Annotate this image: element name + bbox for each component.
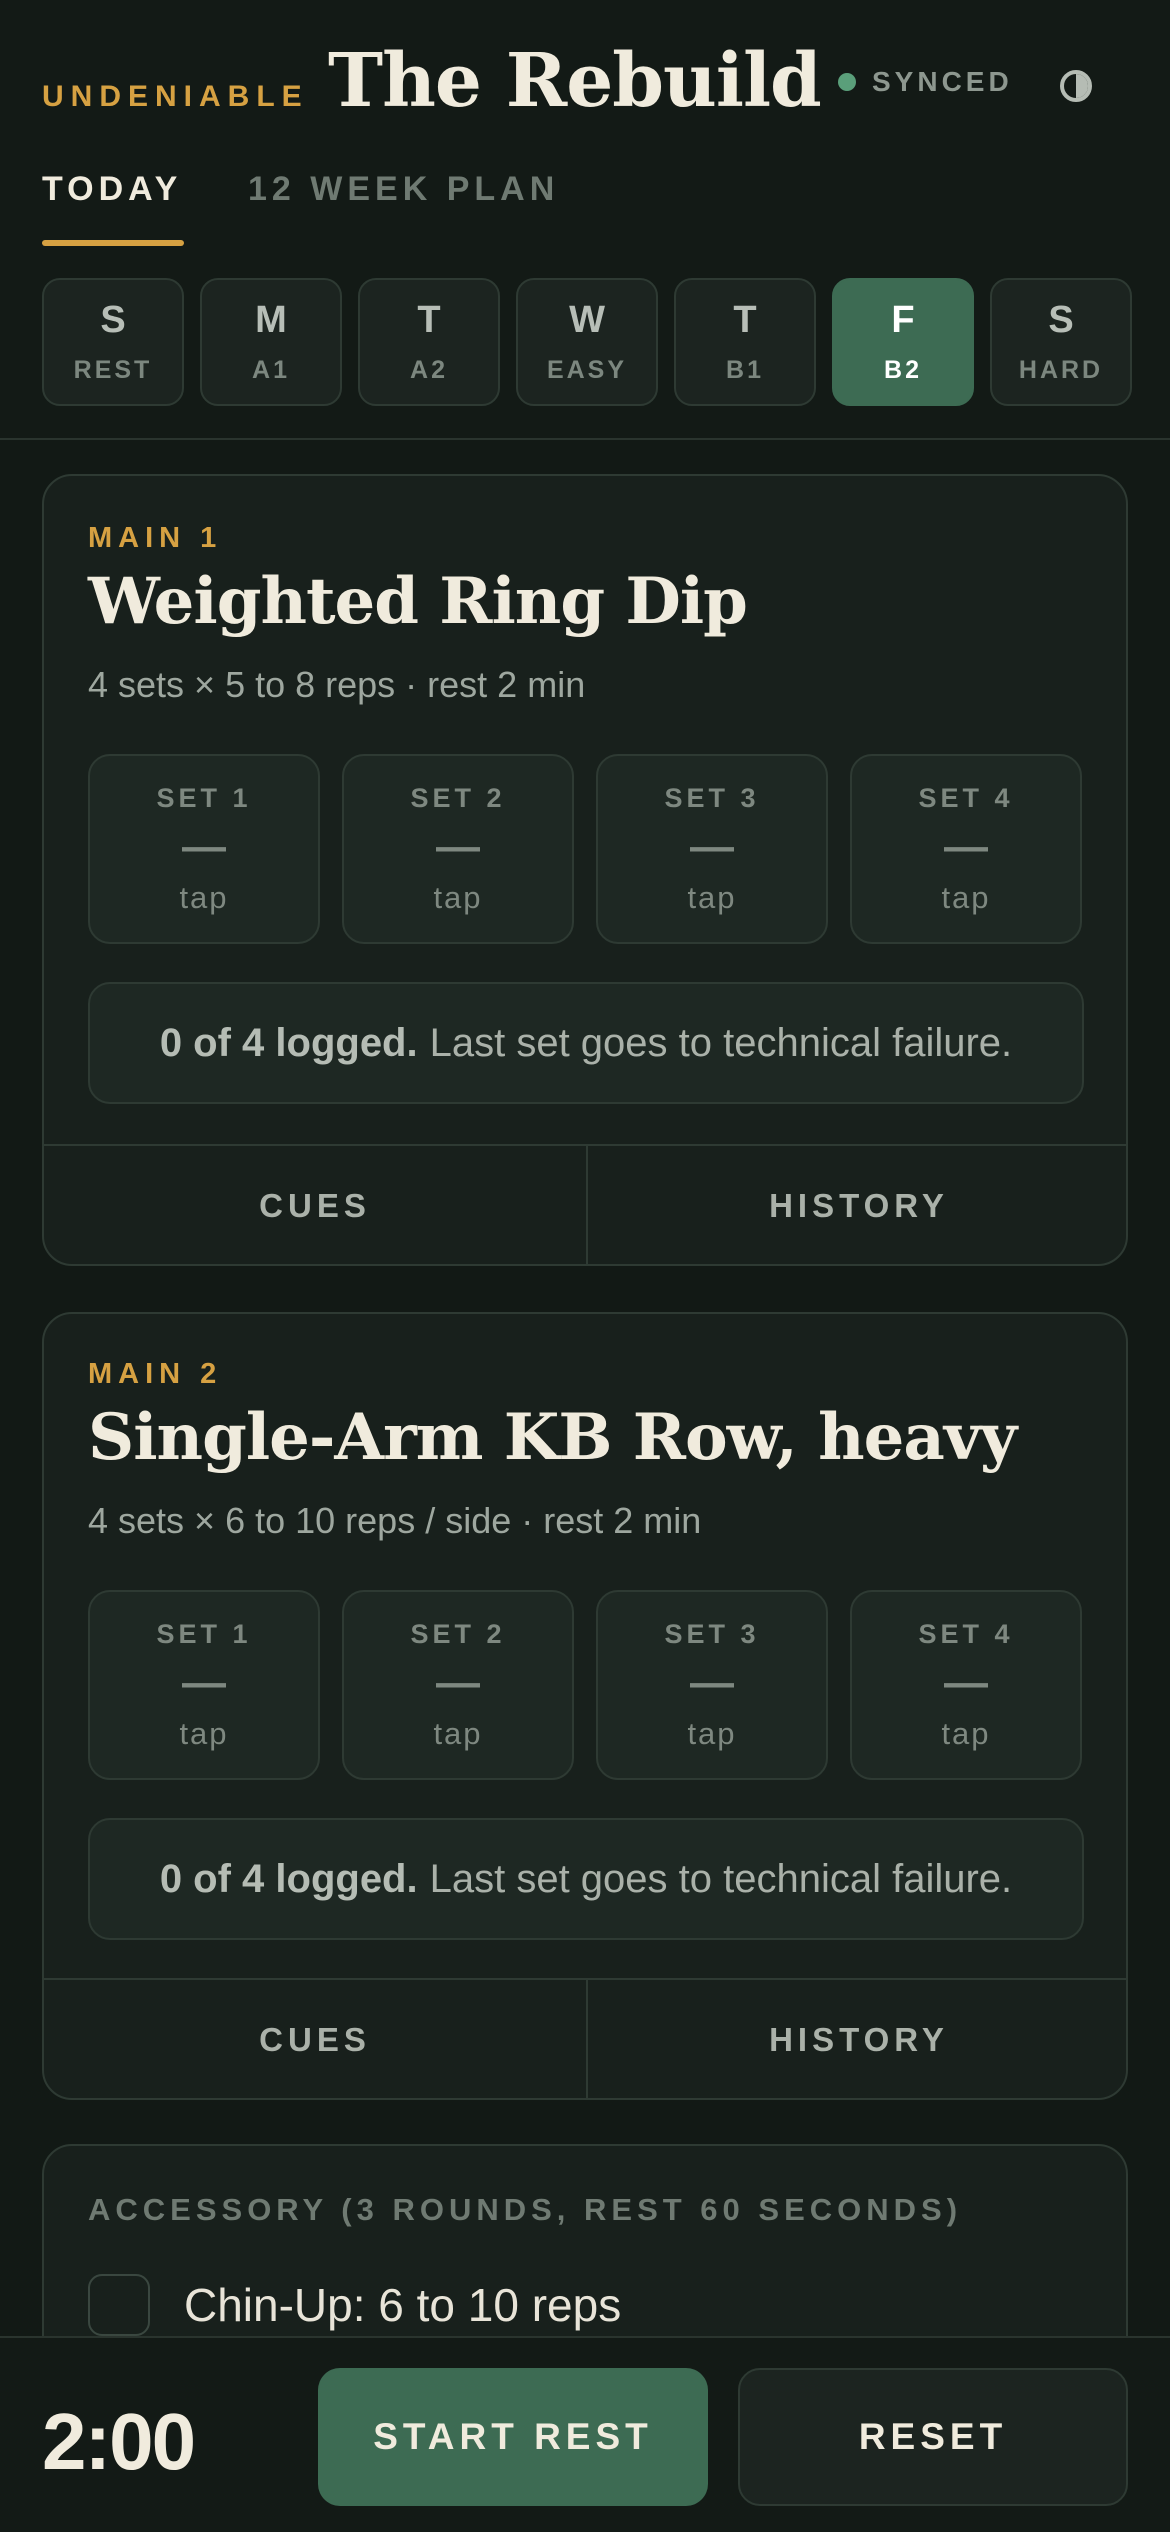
tab-12-week-plan[interactable]: 12 WEEK PLAN: [248, 170, 559, 209]
day-tuesday[interactable]: T A2: [358, 278, 500, 406]
set-tap-hint: tap: [941, 1715, 991, 1751]
tab-today[interactable]: TODAY: [42, 170, 182, 209]
set-button-4[interactable]: SET 4 — tap: [850, 754, 1082, 944]
progress-note-text: Last set goes to technical failure.: [429, 1020, 1013, 1065]
accessory-item-label: Chin-Up: 6 to 10 reps: [184, 2279, 622, 2331]
set-label: SET 1: [156, 782, 252, 813]
set-label: SET 1: [156, 1618, 252, 1649]
set-value: —: [182, 821, 226, 871]
day-thursday[interactable]: T B1: [674, 278, 816, 406]
set-button-2[interactable]: SET 2 — tap: [342, 754, 574, 944]
set-tap-hint: tap: [433, 879, 483, 915]
set-button-3[interactable]: SET 3 — tap: [596, 1590, 828, 1780]
day-label: A2: [410, 356, 448, 384]
day-letter: M: [255, 299, 287, 341]
day-label: A1: [252, 356, 290, 384]
set-tap-hint: tap: [179, 879, 229, 915]
history-button[interactable]: HISTORY: [586, 1146, 1126, 1264]
start-rest-button[interactable]: START REST: [318, 2368, 708, 2506]
set-button-3[interactable]: SET 3 — tap: [596, 754, 828, 944]
app-header: UNDENIABLE The Rebuild SYNCED TODAY 12 W…: [0, 0, 1170, 440]
set-grid: SET 1 — tap SET 2 — tap SET 3 — tap SET …: [88, 754, 1082, 944]
sync-dot-icon: [838, 73, 856, 91]
exercise-meta: 4 sets × 6 to 10 reps / side · rest 2 mi…: [88, 1500, 702, 1541]
exercise-card: MAIN 1 Weighted Ring Dip 4 sets × 5 to 8…: [42, 474, 1128, 1266]
exercise-kicker: MAIN 1: [88, 522, 223, 554]
accessory-title: ACCESSORY (3 ROUNDS, REST 60 SECONDS): [88, 2192, 963, 2227]
progress-note: 0 of 4 logged. Last set goes to technica…: [88, 982, 1084, 1104]
history-button[interactable]: HISTORY: [586, 1980, 1126, 2098]
set-label: SET 3: [664, 1618, 760, 1649]
set-label: SET 4: [918, 782, 1014, 813]
accessory-item[interactable]: Chin-Up: 6 to 10 reps: [88, 2274, 621, 2336]
set-button-4[interactable]: SET 4 — tap: [850, 1590, 1082, 1780]
day-label: B2: [884, 356, 922, 384]
set-label: SET 4: [918, 1618, 1014, 1649]
day-letter: W: [569, 299, 605, 341]
day-selector: S REST M A1 T A2 W EASY T B1 F B2 S HARD: [42, 278, 1132, 406]
day-letter: T: [417, 299, 441, 341]
cues-button[interactable]: CUES: [44, 1980, 586, 2098]
set-value: —: [690, 821, 734, 871]
day-label: REST: [73, 356, 153, 384]
set-button-2[interactable]: SET 2 — tap: [342, 1590, 574, 1780]
day-friday[interactable]: F B2: [832, 278, 974, 406]
exercise-card: MAIN 2 Single-Arm KB Row, heavy 4 sets ×…: [42, 1312, 1128, 2100]
sync-status-label: SYNCED: [872, 66, 1013, 97]
theme-toggle-icon[interactable]: [1060, 70, 1092, 102]
logged-count: 0 of 4 logged.: [159, 1856, 418, 1901]
day-wednesday[interactable]: W EASY: [516, 278, 658, 406]
set-button-1[interactable]: SET 1 — tap: [88, 1590, 320, 1780]
set-label: SET 3: [664, 782, 760, 813]
rest-timer-bar: 2:00 START REST RESET: [0, 2336, 1170, 2532]
day-sunday[interactable]: S REST: [42, 278, 184, 406]
set-value: —: [182, 1657, 226, 1707]
set-tap-hint: tap: [179, 1715, 229, 1751]
day-letter: F: [891, 299, 915, 341]
day-saturday[interactable]: S HARD: [990, 278, 1132, 406]
page-title: The Rebuild: [328, 38, 822, 124]
sync-status: SYNCED: [838, 66, 1013, 98]
set-tap-hint: tap: [941, 879, 991, 915]
set-button-1[interactable]: SET 1 — tap: [88, 754, 320, 944]
set-value: —: [436, 1657, 480, 1707]
exercise-title: Weighted Ring Dip: [88, 564, 748, 639]
set-tap-hint: tap: [433, 1715, 483, 1751]
rest-timer: 2:00: [42, 2397, 196, 2486]
card-actions: CUES HISTORY: [44, 1978, 1126, 2098]
set-value: —: [944, 1657, 988, 1707]
exercise-meta: 4 sets × 5 to 8 reps · rest 2 min: [88, 664, 586, 705]
accessory-checkbox[interactable]: [88, 2274, 150, 2336]
day-monday[interactable]: M A1: [200, 278, 342, 406]
card-actions: CUES HISTORY: [44, 1144, 1126, 1264]
active-tab-indicator: [42, 240, 184, 246]
set-tap-hint: tap: [687, 879, 737, 915]
exercise-kicker: MAIN 2: [88, 1358, 223, 1390]
reset-button[interactable]: RESET: [738, 2368, 1128, 2506]
day-letter: S: [1048, 299, 1074, 341]
exercise-title: Single-Arm KB Row, heavy: [88, 1400, 1017, 1475]
set-grid: SET 1 — tap SET 2 — tap SET 3 — tap SET …: [88, 1590, 1082, 1780]
day-label: HARD: [1018, 356, 1104, 384]
set-value: —: [944, 821, 988, 871]
progress-note: 0 of 4 logged. Last set goes to technica…: [88, 1818, 1084, 1940]
logged-count: 0 of 4 logged.: [159, 1020, 418, 1065]
brand-label: UNDENIABLE: [42, 80, 309, 113]
day-letter: T: [733, 299, 757, 341]
progress-note-text: Last set goes to technical failure.: [429, 1856, 1013, 1901]
set-value: —: [436, 821, 480, 871]
set-label: SET 2: [410, 1618, 506, 1649]
set-label: SET 2: [410, 782, 506, 813]
day-label: EASY: [546, 356, 628, 384]
set-tap-hint: tap: [687, 1715, 737, 1751]
day-label: B1: [726, 356, 764, 384]
set-value: —: [690, 1657, 734, 1707]
day-letter: S: [100, 299, 126, 341]
cues-button[interactable]: CUES: [44, 1146, 586, 1264]
header-divider: [0, 438, 1170, 440]
